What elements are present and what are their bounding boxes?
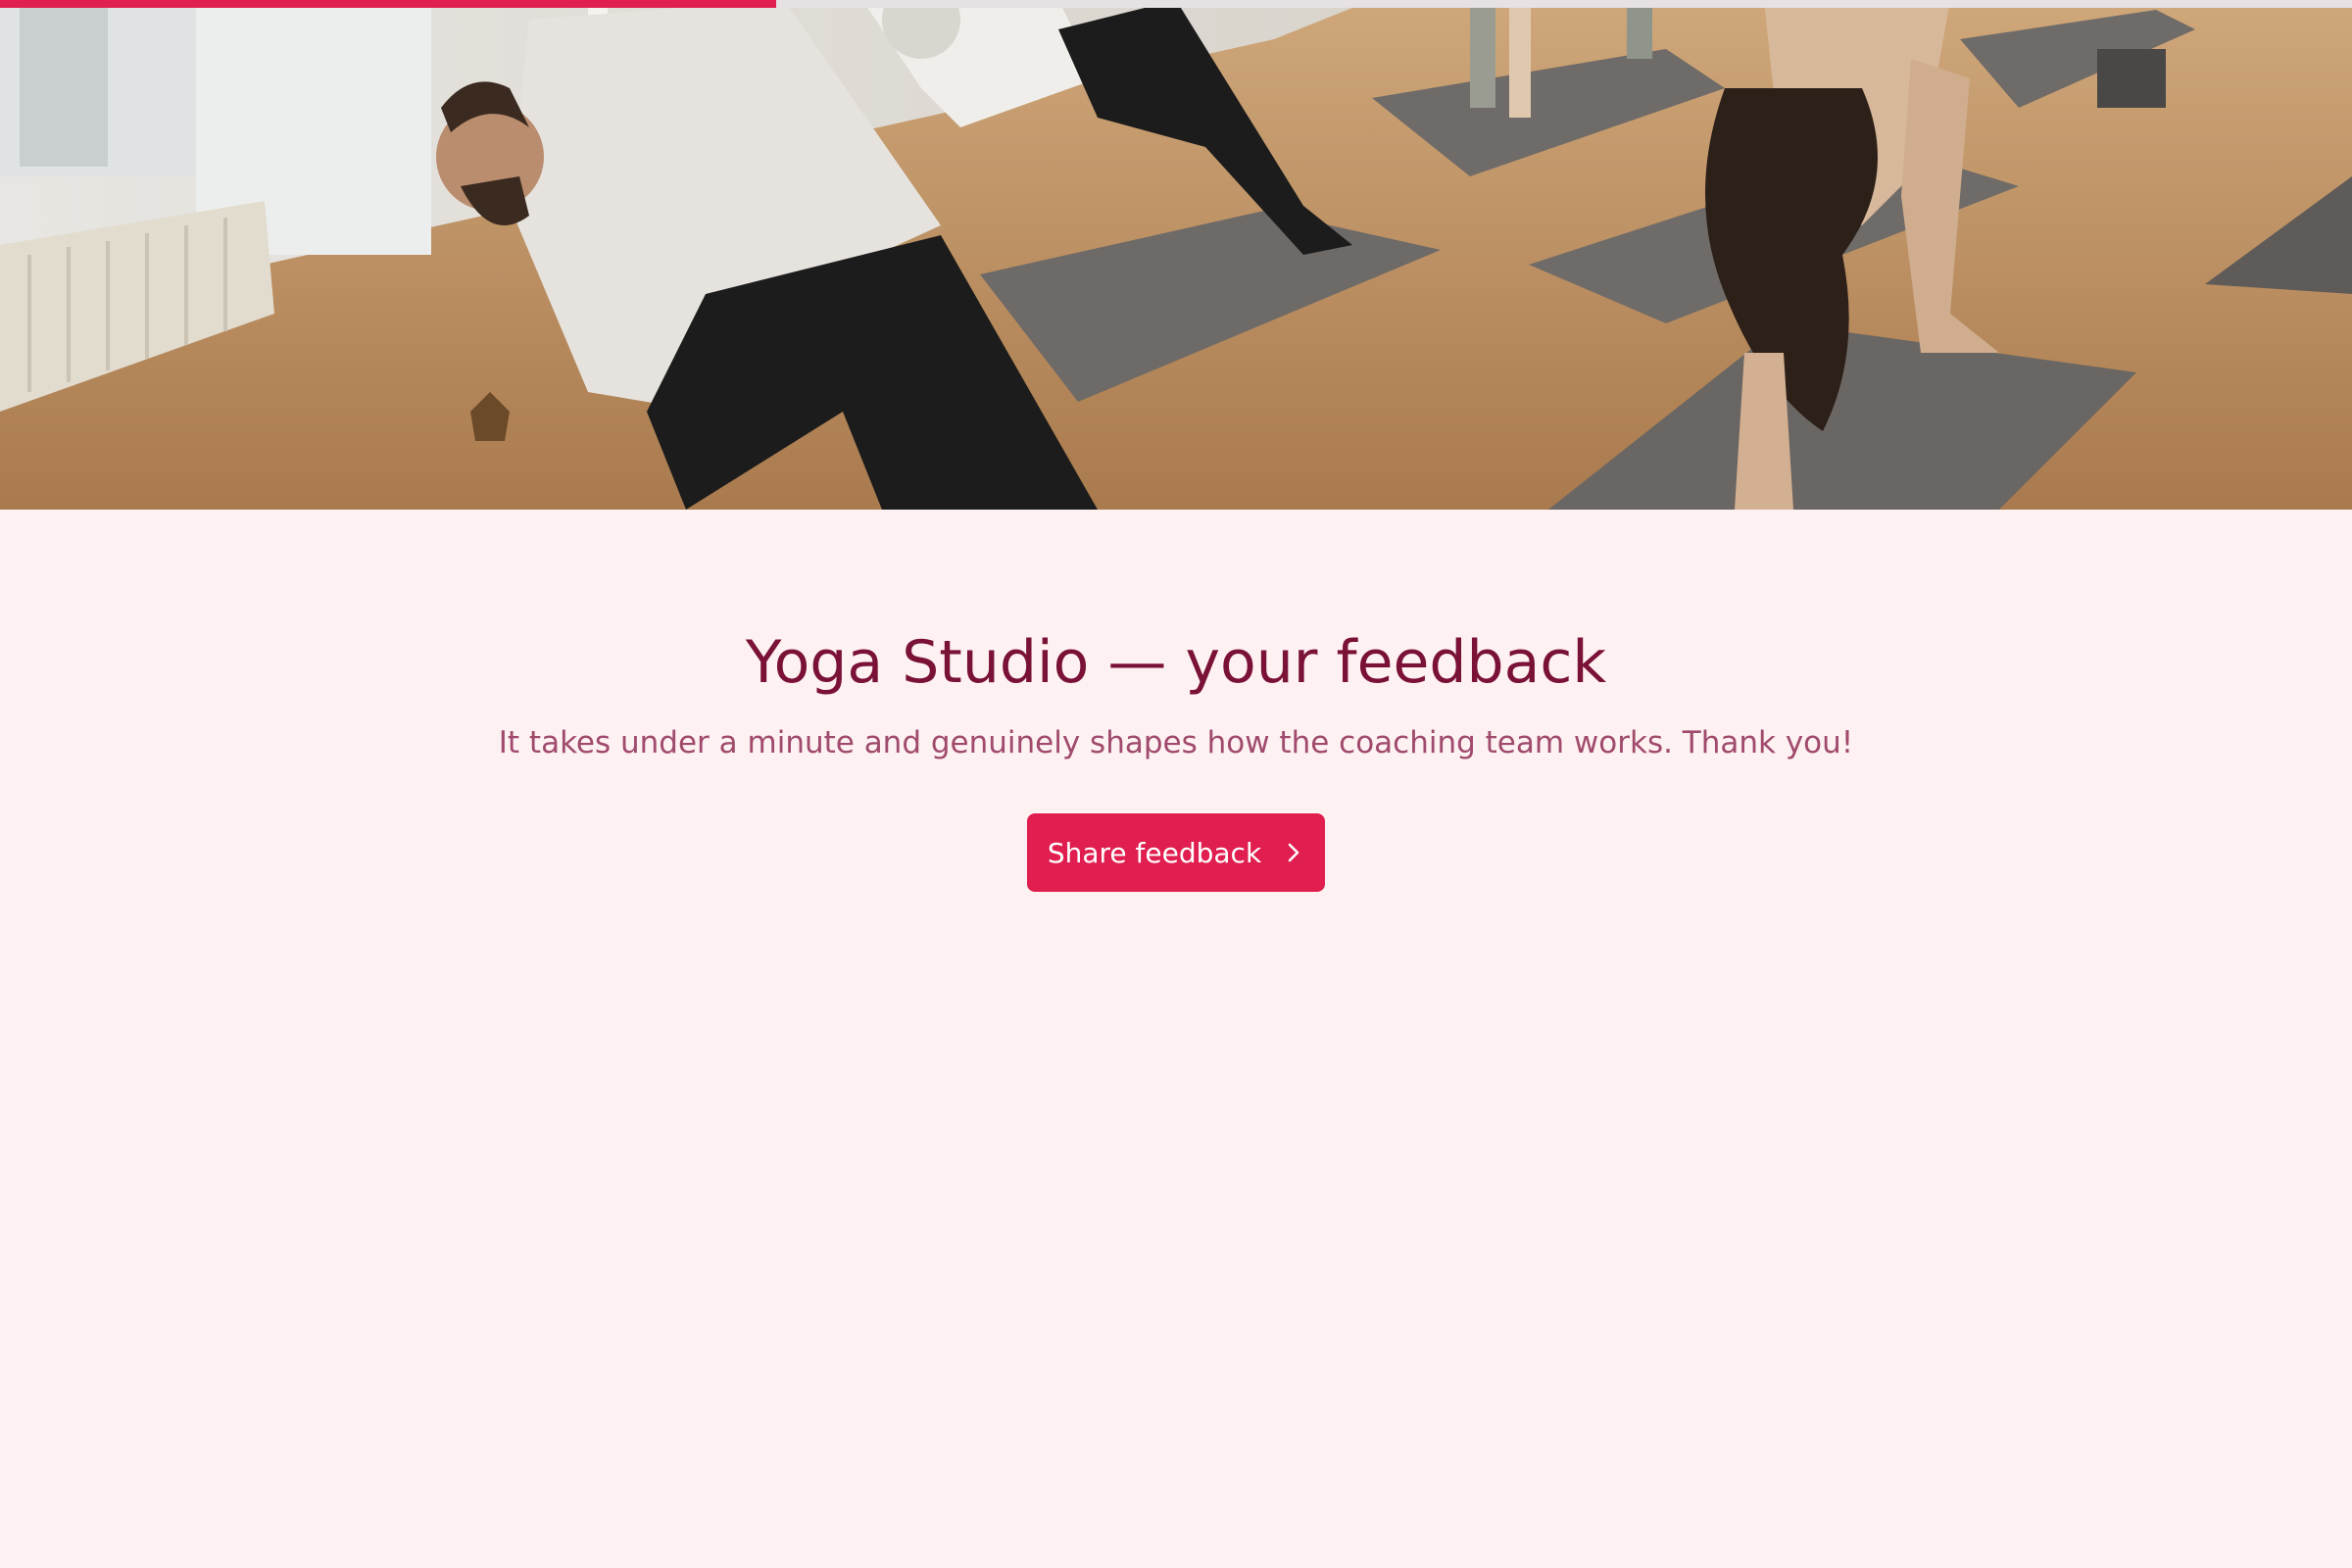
progress-bar-fill bbox=[0, 0, 776, 8]
survey-welcome-page: Yoga Studio — your feedback It takes und… bbox=[0, 0, 2352, 1568]
chevron-right-icon bbox=[1288, 843, 1299, 862]
page-title: Yoga Studio — your feedback bbox=[745, 628, 1607, 697]
yoga-class-photo bbox=[0, 0, 2352, 510]
intro-section: Yoga Studio — your feedback It takes und… bbox=[0, 510, 2352, 893]
share-feedback-button-label: Share feedback bbox=[1047, 836, 1262, 869]
page-subtitle: It takes under a minute and genuinely sh… bbox=[498, 725, 1854, 760]
progress-bar bbox=[0, 0, 2352, 8]
hero-image bbox=[0, 0, 2352, 510]
share-feedback-button[interactable]: Share feedback bbox=[1027, 813, 1325, 893]
